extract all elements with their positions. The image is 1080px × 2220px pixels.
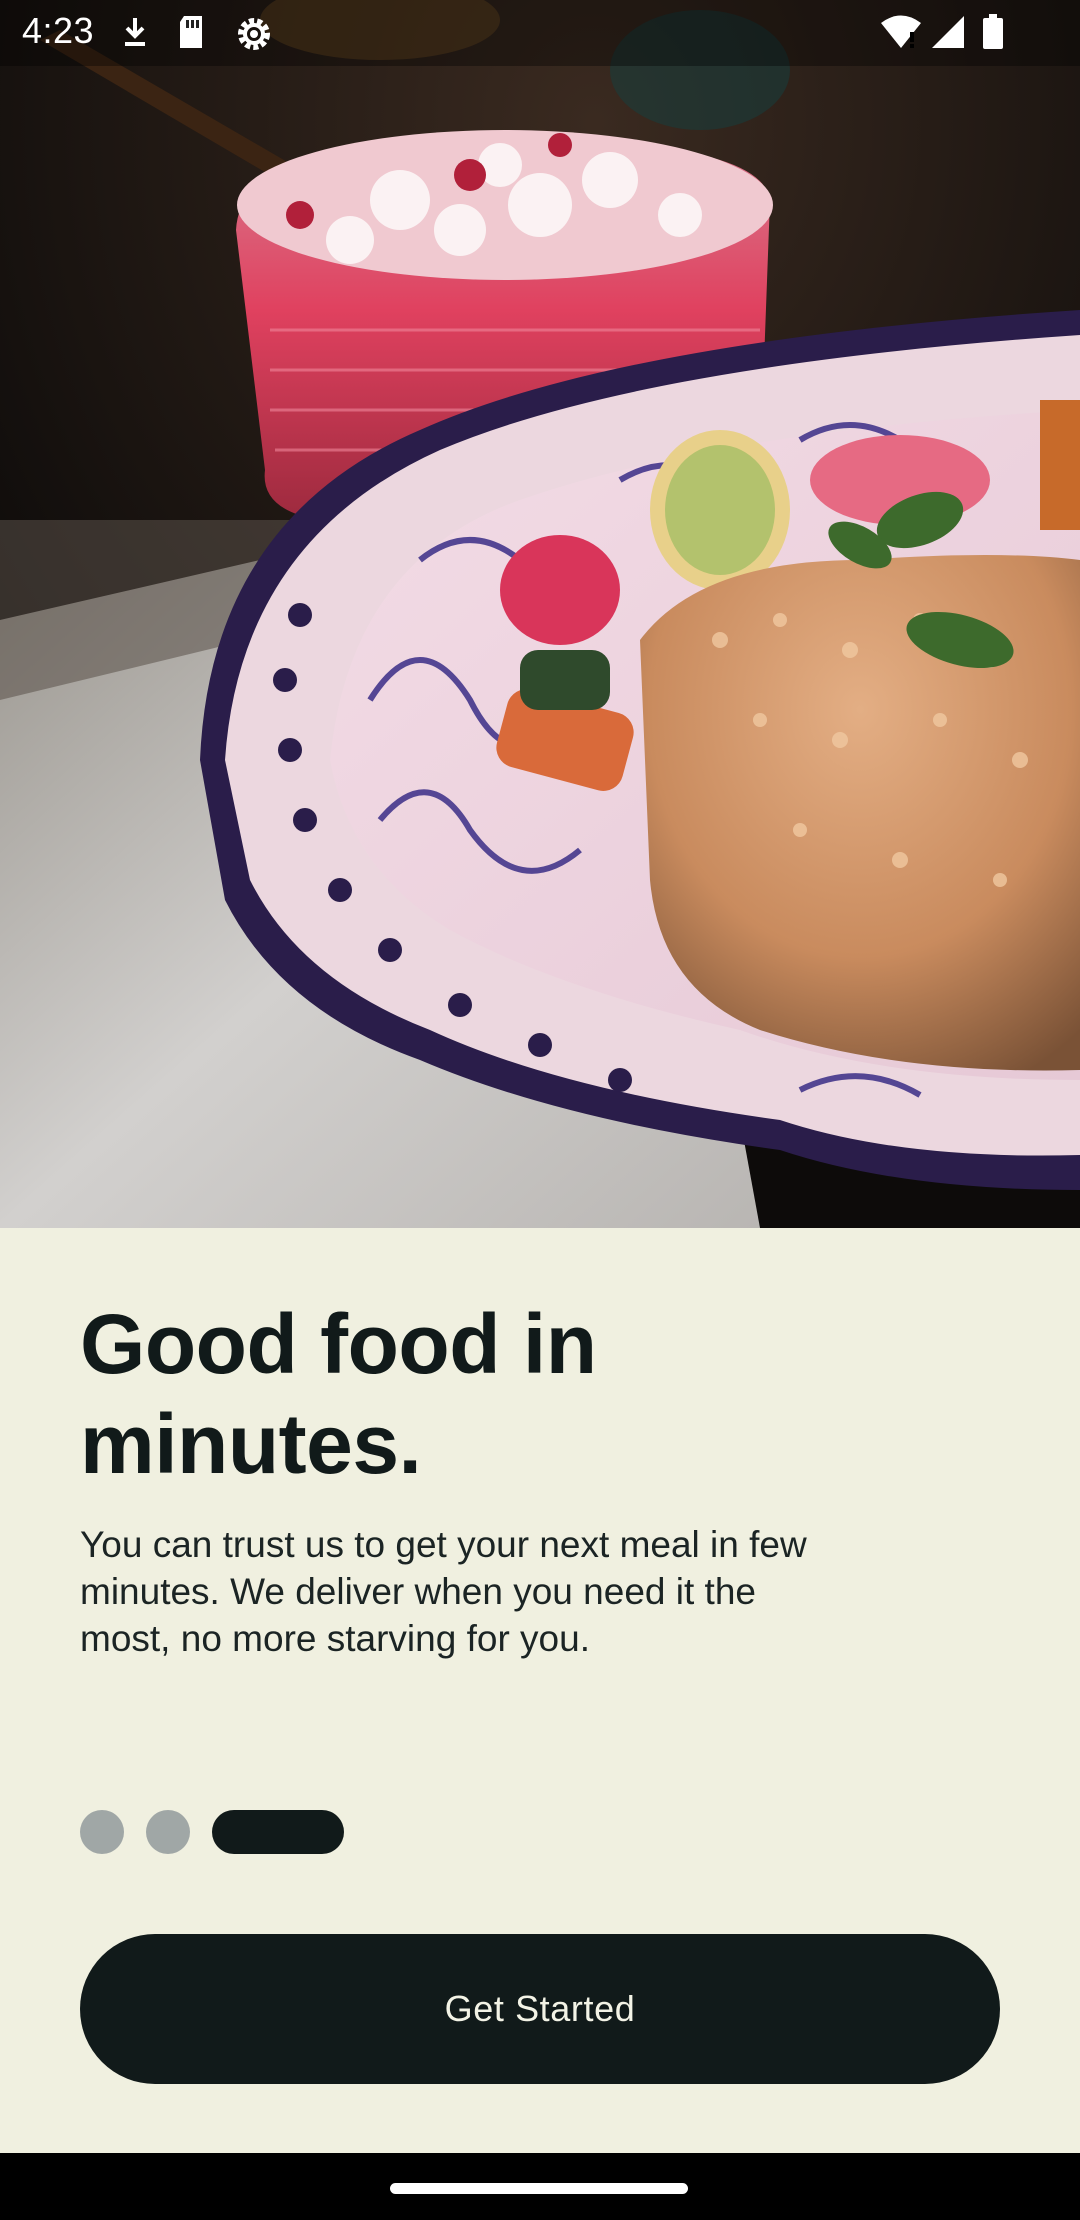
onboarding-content: Good food in minutes. You can trust us t… [0, 1228, 1080, 2153]
page-indicator-dot-1[interactable] [80, 1810, 124, 1854]
home-gesture-handle[interactable] [390, 2183, 688, 2194]
navigation-bar [0, 2153, 1080, 2220]
wifi-icon [880, 14, 922, 50]
page-indicator [80, 1810, 344, 1854]
hero-food-image [0, 0, 1080, 1228]
page-indicator-dot-2[interactable] [146, 1810, 190, 1854]
cellular-signal-icon [930, 14, 966, 50]
status-bar: 4:23 [0, 0, 1080, 64]
settings-gear-icon [234, 14, 274, 54]
battery-icon [982, 14, 1004, 50]
download-icon [120, 14, 150, 50]
page-indicator-dot-3-active[interactable] [212, 1810, 344, 1854]
headline: Good food in minutes. [80, 1297, 597, 1491]
description: You can trust us to get your next meal i… [80, 1524, 807, 1659]
sd-card-icon [176, 14, 206, 50]
get-started-button[interactable]: Get Started [80, 1934, 1000, 2084]
onboarding-screen: 4:23 Good food in minutes. You can trust… [0, 0, 1080, 2220]
status-time: 4:23 [22, 10, 95, 51]
